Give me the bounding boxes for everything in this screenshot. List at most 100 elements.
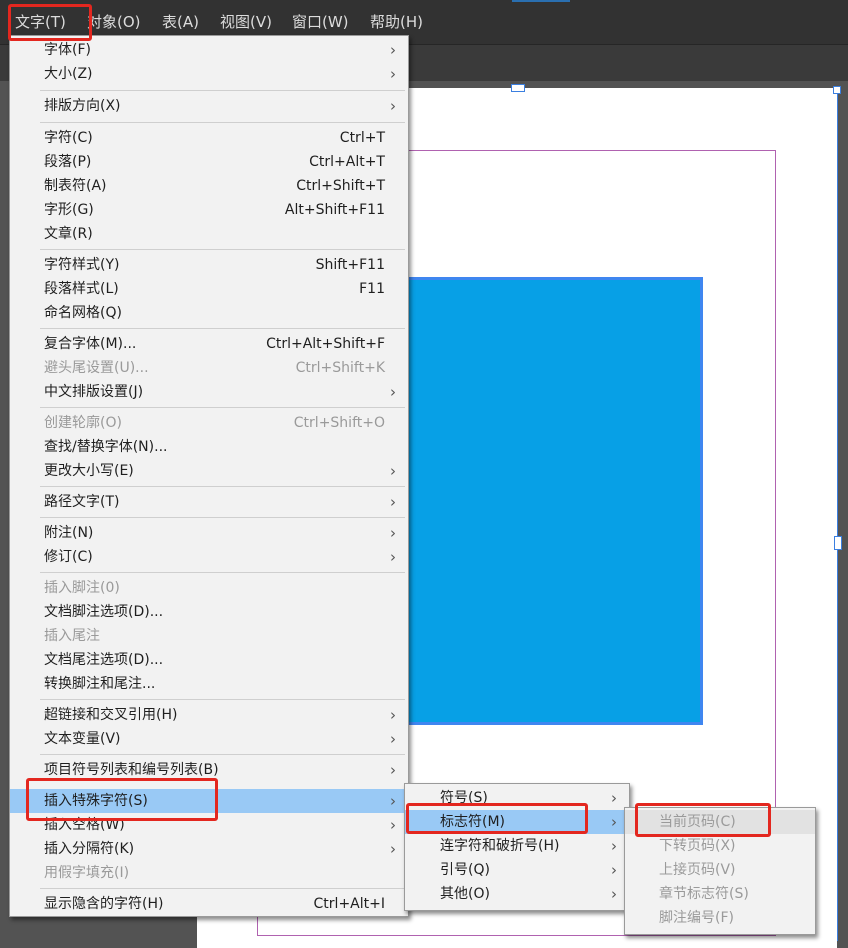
- chevron-right-icon: ›: [611, 861, 617, 879]
- special-characters-submenu: 符号(S) › 标志符(M) › 连字符和破折号(H) › 引号(Q) › 其他(O) ›: [404, 783, 630, 911]
- special-characters-item[interactable]: 其他(O) ›: [405, 882, 629, 906]
- type-menu-item[interactable]: 文章(R): [10, 222, 408, 246]
- menu-item-label: 插入尾注: [44, 628, 100, 644]
- type-menu-item: 插入尾注: [10, 624, 408, 648]
- chevron-right-icon: ›: [390, 524, 396, 542]
- menu-item-label: 附注(N): [44, 525, 94, 541]
- type-menu-item[interactable]: 段落(P) Ctrl+Alt+T: [10, 150, 408, 174]
- type-menu-item[interactable]: 转换脚注和尾注...: [10, 672, 408, 696]
- type-menu-item[interactable]: 字体(F) ›: [10, 38, 408, 62]
- markers-item: 上接页码(V): [625, 858, 815, 882]
- menu-separator: [40, 407, 405, 408]
- menu-item-label: 插入脚注(0): [44, 580, 120, 596]
- menu-item-shortcut: Ctrl+T: [339, 130, 385, 146]
- type-menu-item[interactable]: 排版方向(X) ›: [10, 94, 408, 118]
- menu-item-label: 文档脚注选项(D)...: [44, 604, 164, 620]
- active-tab-indicator: [512, 0, 570, 2]
- type-menu-item[interactable]: 制表符(A) Ctrl+Shift+T: [10, 174, 408, 198]
- menu-separator: [40, 486, 405, 487]
- chevron-right-icon: ›: [390, 97, 396, 115]
- menu-item-label: 段落(P): [44, 154, 92, 170]
- menu-item-label: 大小(Z): [44, 66, 93, 82]
- type-menu-item[interactable]: 附注(N) ›: [10, 521, 408, 545]
- chevron-right-icon: ›: [611, 885, 617, 903]
- type-menu-item[interactable]: 大小(Z) ›: [10, 62, 408, 86]
- menu-item-shortcut: Ctrl+Shift+K: [295, 360, 385, 376]
- type-menu-item[interactable]: 超链接和交叉引用(H) ›: [10, 703, 408, 727]
- frame-handle[interactable]: [834, 536, 842, 550]
- type-menu-item[interactable]: 插入空格(W) ›: [10, 813, 408, 837]
- type-menu-item[interactable]: 插入特殊字符(S) ›: [10, 789, 408, 813]
- menu-item-label: 避头尾设置(U)...: [44, 360, 149, 376]
- menu-item-label: 章节标志符(S): [659, 886, 749, 902]
- menu-item-label: 下转页码(X): [659, 838, 736, 854]
- type-menu-item[interactable]: 段落样式(L) F11: [10, 277, 408, 301]
- menu-item-label: 标志符(M): [440, 814, 506, 830]
- frame-edge: [837, 550, 838, 941]
- menu-item-label: 引号(Q): [440, 862, 490, 878]
- menu-item-label: 其他(O): [440, 886, 490, 902]
- special-characters-item[interactable]: 连字符和破折号(H) ›: [405, 834, 629, 858]
- menu-item-label: 超链接和交叉引用(H): [44, 707, 178, 723]
- type-menu-item[interactable]: 中文排版设置(J) ›: [10, 380, 408, 404]
- menu-item-label: 路径文字(T): [44, 494, 120, 510]
- menu-item-label: 字形(G): [44, 202, 94, 218]
- chevron-right-icon: ›: [390, 65, 396, 83]
- menu-separator: [40, 517, 405, 518]
- type-menu-item[interactable]: 字形(G) Alt+Shift+F11: [10, 198, 408, 222]
- menu-item-label: 插入分隔符(K): [44, 841, 135, 857]
- type-menu-item[interactable]: 更改大小写(E) ›: [10, 459, 408, 483]
- chevron-right-icon: ›: [390, 462, 396, 480]
- type-menu-item[interactable]: 字符(C) Ctrl+T: [10, 126, 408, 150]
- type-menu-item[interactable]: 查找/替换字体(N)...: [10, 435, 408, 459]
- menu-item-label: 脚注编号(F): [659, 910, 734, 926]
- menu-item-shortcut: Alt+Shift+F11: [284, 202, 385, 218]
- selected-rectangle[interactable]: [403, 277, 703, 725]
- menu-item-shortcut: Ctrl+Shift+O: [293, 415, 385, 431]
- chevron-right-icon: ›: [390, 493, 396, 511]
- frame-handle[interactable]: [511, 84, 525, 92]
- menu-item-label: 命名网格(Q): [44, 305, 122, 321]
- type-menu-item[interactable]: 文档尾注选项(D)...: [10, 648, 408, 672]
- menu-item-label: 项目符号列表和编号列表(B): [44, 762, 219, 778]
- type-menu-item[interactable]: 文档脚注选项(D)...: [10, 600, 408, 624]
- chevron-right-icon: ›: [390, 548, 396, 566]
- frame-handle[interactable]: [833, 86, 841, 94]
- menu-item-shortcut: Ctrl+Alt+T: [309, 154, 385, 170]
- type-menu-item[interactable]: 修订(C) ›: [10, 545, 408, 569]
- type-menu-item[interactable]: 字符样式(Y) Shift+F11: [10, 253, 408, 277]
- menu-item-label: 插入特殊字符(S): [44, 793, 148, 809]
- type-menu-item: 创建轮廓(O) Ctrl+Shift+O: [10, 411, 408, 435]
- markers-submenu: 当前页码(C) 下转页码(X) 上接页码(V) 章节标志符(S) 脚注编号(F): [624, 807, 816, 935]
- menu-separator: [40, 249, 405, 250]
- type-menu-item[interactable]: 插入分隔符(K) ›: [10, 837, 408, 861]
- menu-separator: [40, 122, 405, 123]
- chevron-right-icon: ›: [611, 789, 617, 807]
- chevron-right-icon: ›: [611, 837, 617, 855]
- type-menu-item[interactable]: 文本变量(V) ›: [10, 727, 408, 751]
- type-menu-item[interactable]: 复合字体(M)... Ctrl+Alt+Shift+F: [10, 332, 408, 356]
- chevron-right-icon: ›: [390, 706, 396, 724]
- menu-item-label: 显示隐含的字符(H): [44, 896, 164, 912]
- type-menu-item[interactable]: 命名网格(Q): [10, 301, 408, 325]
- special-characters-item[interactable]: 标志符(M) ›: [405, 810, 629, 834]
- menu-item-label: 上接页码(V): [659, 862, 736, 878]
- type-menu-item: 插入脚注(0): [10, 576, 408, 600]
- special-characters-item[interactable]: 符号(S) ›: [405, 786, 629, 810]
- menu-item-label: 连字符和破折号(H): [440, 838, 560, 854]
- chevron-right-icon: ›: [390, 41, 396, 59]
- menu-item-shortcut: Ctrl+Alt+Shift+F: [266, 336, 385, 352]
- markers-item: 章节标志符(S): [625, 882, 815, 906]
- type-menu-item[interactable]: 项目符号列表和编号列表(B) ›: [10, 758, 408, 782]
- type-menu-item[interactable]: 路径文字(T) ›: [10, 490, 408, 514]
- type-menu-item[interactable]: 显示隐含的字符(H) Ctrl+Alt+I: [10, 892, 408, 916]
- chevron-right-icon: ›: [611, 813, 617, 831]
- special-characters-item[interactable]: 引号(Q) ›: [405, 858, 629, 882]
- menu-item-label: 插入空格(W): [44, 817, 125, 833]
- menu-separator: [40, 90, 405, 91]
- type-menu: 字体(F) › 大小(Z) › 排版方向(X) › 字符(C) Ctrl+T 段落(P) Ctrl…: [9, 35, 409, 917]
- menu-item-label: 制表符(A): [44, 178, 107, 194]
- menu-item-label: 创建轮廓(O): [44, 415, 122, 431]
- chevron-right-icon: ›: [390, 383, 396, 401]
- menu-separator: [40, 699, 405, 700]
